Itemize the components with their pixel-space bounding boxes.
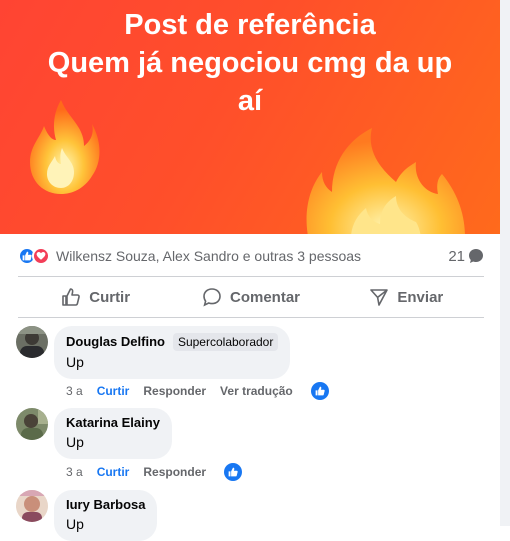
comment-bubble-icon: [469, 249, 483, 263]
comment-timestamp[interactable]: 3 a: [66, 465, 83, 479]
divider: [18, 276, 484, 277]
comment-icon: [203, 288, 221, 307]
flame-icon: [30, 100, 100, 194]
comment-item: Douglas Delfino Supercolaborador Up: [16, 326, 291, 379]
post-banner[interactable]: Post de referência Quem já negociou cmg …: [0, 0, 500, 234]
comment-bubble: Iury Barbosa Up: [54, 490, 158, 541]
post-action-bar: Curtir Comentar Enviar: [18, 278, 484, 316]
banner-title-line-2: Quem já negociou cmg da up: [47, 47, 453, 79]
divider: [18, 317, 484, 318]
comment-actions: 3 a Curtir Responder: [66, 463, 243, 481]
comment-actions: 3 a Curtir Responder Ver tradução: [66, 382, 329, 400]
comment-author[interactable]: Katarina Elainy: [66, 415, 160, 431]
contributor-badge[interactable]: Supercolaborador: [172, 333, 279, 351]
love-reaction-icon: [32, 247, 50, 265]
comment-item: Iury Barbosa Up: [16, 490, 158, 541]
avatar[interactable]: [16, 326, 48, 358]
comment-reply-link[interactable]: Responder: [143, 465, 206, 479]
comment-bubble: Katarina Elainy Up: [54, 408, 172, 459]
comment-button[interactable]: Comentar: [173, 278, 328, 316]
thumbs-up-icon: [62, 288, 81, 306]
comment-count[interactable]: 21: [448, 248, 484, 265]
comment-timestamp[interactable]: 3 a: [66, 384, 83, 398]
share-icon: [370, 289, 389, 306]
reactions-summary[interactable]: Wilkensz Souza, Alex Sandro e outras 3 p…: [18, 244, 484, 268]
scrollbar-track[interactable]: [500, 0, 510, 526]
comment-text: Up: [66, 434, 84, 450]
avatar[interactable]: [16, 490, 48, 522]
like-reaction-icon[interactable]: [224, 463, 243, 481]
comment-reply-link[interactable]: Responder: [143, 384, 206, 398]
comment-author[interactable]: Douglas Delfino: [66, 334, 165, 350]
comment-like-link[interactable]: Curtir: [97, 465, 130, 479]
reactors-text[interactable]: Wilkensz Souza, Alex Sandro e outras 3 p…: [56, 248, 361, 264]
comment-item: Katarina Elainy Up: [16, 408, 172, 459]
comment-count-number: 21: [448, 247, 465, 265]
banner-title-line-1: Post de referência: [124, 9, 376, 41]
see-translation-link[interactable]: Ver tradução: [220, 384, 293, 398]
like-reaction-icon[interactable]: [310, 382, 329, 400]
comment-text: Up: [66, 516, 84, 532]
flame-icon: [306, 128, 465, 234]
like-button[interactable]: Curtir: [18, 278, 173, 316]
comment-author[interactable]: Iury Barbosa: [66, 497, 145, 513]
share-button[interactable]: Enviar: [329, 278, 484, 316]
like-button-label: Curtir: [89, 288, 131, 306]
avatar[interactable]: [16, 408, 48, 440]
comment-like-link[interactable]: Curtir: [97, 384, 130, 398]
comment-bubble: Douglas Delfino Supercolaborador Up: [54, 326, 291, 379]
comment-text: Up: [66, 354, 84, 370]
share-button-label: Enviar: [397, 288, 444, 306]
reaction-icons[interactable]: [18, 247, 50, 265]
comment-button-label: Comentar: [229, 288, 300, 306]
